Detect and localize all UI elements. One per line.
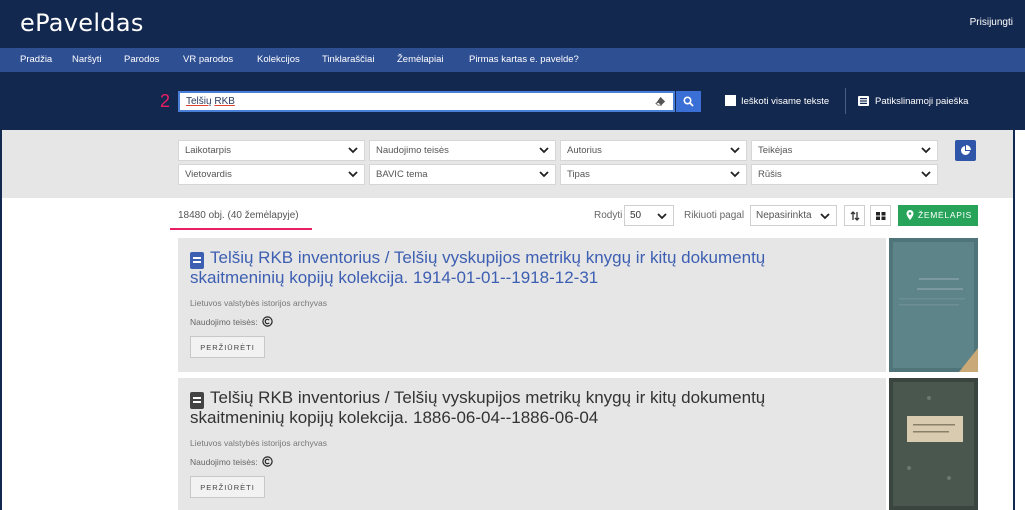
filter-place[interactable]: Vietovardis — [178, 164, 365, 185]
result-card: Telšių RKB inventorius / Telšių vyskupij… — [178, 378, 886, 510]
map-button[interactable]: ŽEMĖLAPIS — [898, 205, 978, 226]
nav-item-maps[interactable]: Žemėlapiai — [397, 54, 443, 65]
nav-item-browse[interactable]: Naršyti — [72, 54, 102, 65]
result-source: Lietuvos valstybės istorijos archyvas — [190, 298, 328, 308]
chevron-down-icon — [348, 171, 358, 178]
usage-rights-label: Naudojimo teisės: — [190, 457, 258, 467]
site-logo[interactable]: ePaveldas — [20, 9, 144, 37]
fulltext-checkbox[interactable] — [725, 95, 736, 106]
chevron-down-icon — [820, 213, 830, 220]
map-pin-icon — [906, 210, 914, 220]
grid-icon — [876, 212, 886, 220]
result-source: Lietuvos valstybės istorijos archyvas — [190, 438, 328, 448]
search-input[interactable]: Telšių RKB — [178, 91, 675, 112]
main-nav: Pradžia Naršyti Parodos VR parodos Kolek… — [0, 48, 1025, 72]
sort-select[interactable]: Nepasirinkta — [750, 205, 837, 226]
sort-arrows-icon — [850, 211, 860, 221]
page-size-select[interactable]: 50 — [624, 205, 674, 226]
pie-chart-icon — [961, 145, 971, 155]
view-button[interactable]: PERŽIŪRĖTI — [190, 336, 265, 358]
filter-provider[interactable]: Teikėjas — [751, 140, 938, 161]
annotation-underline — [170, 228, 312, 230]
filter-period[interactable]: Laikotarpis — [178, 140, 365, 161]
chevron-down-icon — [921, 147, 931, 154]
result-title[interactable]: Telšių RKB inventorius / Telšių vyskupij… — [190, 388, 830, 428]
show-label: Rodyti — [594, 210, 623, 221]
view-button[interactable]: PERŽIŪRĖTI — [190, 476, 265, 498]
frame-left — [0, 130, 2, 510]
eraser-icon[interactable] — [655, 96, 666, 107]
chevron-down-icon — [730, 171, 740, 178]
search-query: Telšių RKB — [186, 96, 235, 107]
copyright-icon — [262, 456, 273, 467]
nav-item-collections[interactable]: Kolekcijos — [257, 54, 300, 65]
result-card: Telšių RKB inventorius / Telšių vyskupij… — [178, 238, 886, 372]
chevron-down-icon — [539, 147, 549, 154]
statistics-button[interactable] — [955, 140, 976, 161]
chevron-down-icon — [730, 147, 740, 154]
advanced-search-link[interactable]: Patikslinamoji paieška — [875, 96, 968, 107]
chevron-down-icon — [539, 171, 549, 178]
list-icon — [858, 96, 869, 106]
chevron-down-icon — [348, 147, 358, 154]
step-annotation: 2 — [160, 91, 171, 111]
usage-rights-label: Naudojimo teisės: — [190, 317, 258, 327]
chevron-down-icon — [921, 171, 931, 178]
filter-kind[interactable]: Rūšis — [751, 164, 938, 185]
chevron-down-icon — [657, 213, 667, 220]
nav-item-first-time[interactable]: Pirmas kartas e. pavelde? — [469, 54, 579, 65]
top-header: ePaveldas Prisijungti — [0, 0, 1025, 48]
filter-author[interactable]: Autorius — [560, 140, 747, 161]
divider — [845, 88, 846, 114]
sort-label: Rikiuoti pagal — [684, 210, 745, 221]
search-button[interactable] — [676, 91, 701, 112]
copyright-icon — [262, 316, 273, 327]
nav-item-vr-exhibitions[interactable]: VR parodos — [183, 54, 233, 65]
frame-right — [1013, 130, 1025, 510]
sort-order-button[interactable] — [844, 205, 865, 226]
filter-type[interactable]: Tipas — [560, 164, 747, 185]
filter-usage-rights[interactable]: Naudojimo teisės — [369, 140, 556, 161]
fulltext-label[interactable]: Ieškoti visame tekste — [741, 96, 829, 107]
search-icon — [683, 96, 694, 107]
result-thumbnail[interactable] — [889, 238, 978, 372]
document-scan-image — [889, 238, 978, 372]
filter-bavic-topic[interactable]: BAVIC tema — [369, 164, 556, 185]
grid-view-button[interactable] — [870, 205, 891, 226]
result-title[interactable]: Telšių RKB inventorius / Telšių vyskupij… — [190, 248, 830, 288]
book-cover-image — [889, 378, 978, 510]
nav-item-home[interactable]: Pradžia — [20, 54, 52, 65]
result-thumbnail[interactable] — [889, 378, 978, 510]
login-link[interactable]: Prisijungti — [970, 17, 1013, 28]
result-count: 18480 obj. (40 žemėlapyje) — [178, 210, 299, 221]
nav-item-blogs[interactable]: Tinklaraščiai — [322, 54, 374, 65]
nav-item-exhibitions[interactable]: Parodos — [124, 54, 159, 65]
